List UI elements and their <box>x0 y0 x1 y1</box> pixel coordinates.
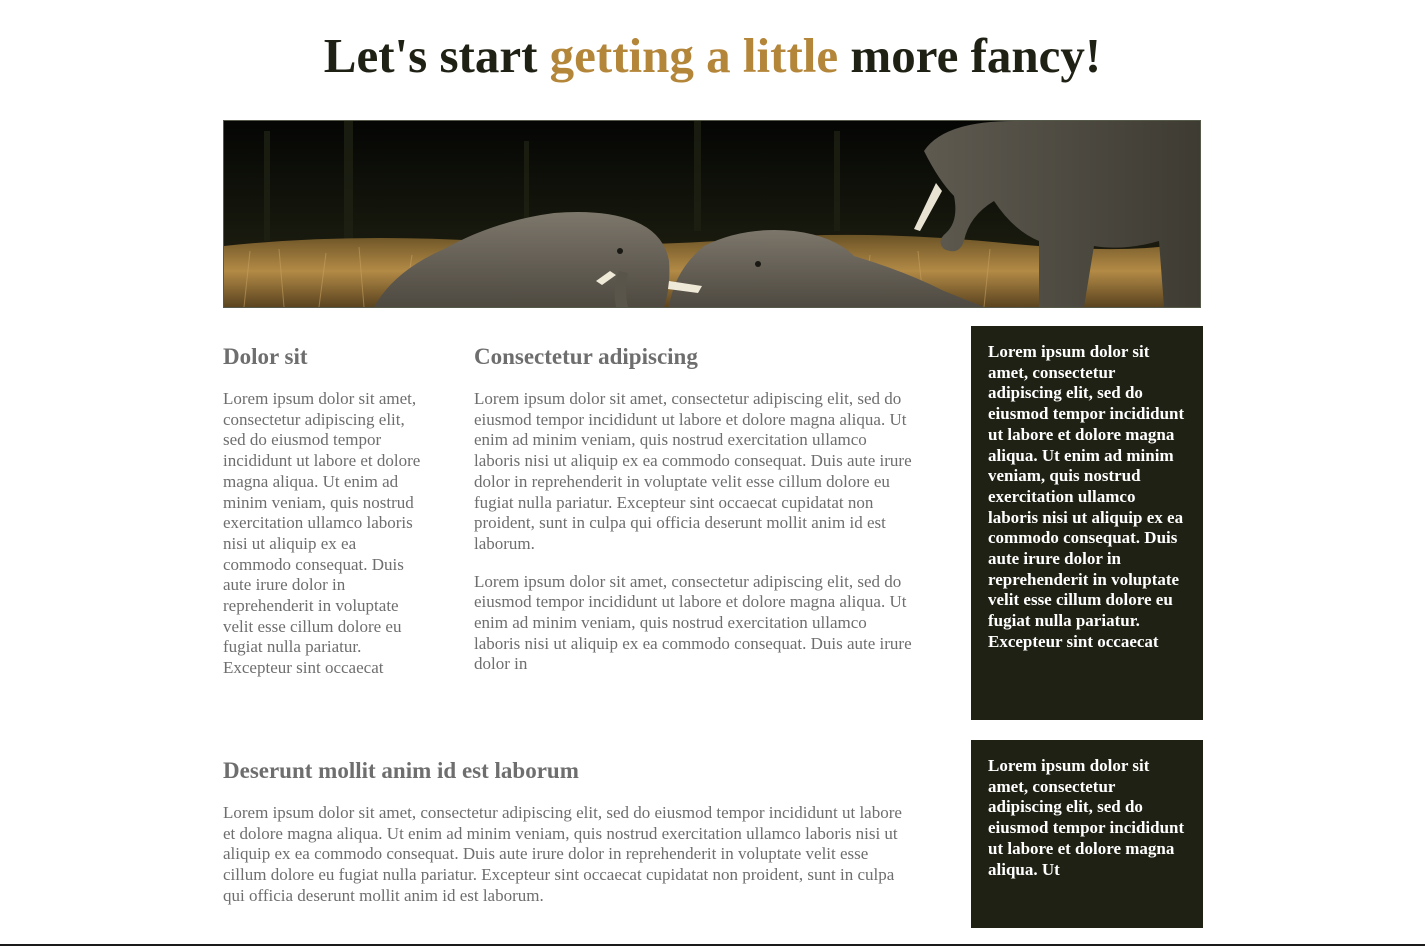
title-accent: getting a little <box>549 28 839 83</box>
title-part-2: more fancy! <box>838 28 1102 83</box>
middle-column-paragraph-2: Lorem ipsum dolor sit amet, consectetur … <box>474 571 912 674</box>
page-title: Let's start getting a little more fancy! <box>0 26 1425 86</box>
left-column: Dolor sit Lorem ipsum dolor sit amet, co… <box>223 344 428 679</box>
hero-elephant-image <box>223 120 1201 308</box>
sidebar-box-2: Lorem ipsum dolor sit amet, consectetur … <box>971 740 1203 928</box>
bottom-section: Deserunt mollit anim id est laborum Lore… <box>223 758 913 907</box>
left-column-heading: Dolor sit <box>223 344 308 369</box>
left-column-text: Lorem ipsum dolor sit amet, consectetur … <box>223 389 421 678</box>
bottom-section-heading: Deserunt mollit anim id est laborum <box>223 758 579 783</box>
sidebar-box-1-text: Lorem ipsum dolor sit amet, consectetur … <box>988 342 1185 651</box>
sidebar-box-2-text: Lorem ipsum dolor sit amet, consectetur … <box>988 756 1185 879</box>
middle-column-paragraph-1: Lorem ipsum dolor sit amet, consectetur … <box>474 389 912 553</box>
bottom-section-text: Lorem ipsum dolor sit amet, consectetur … <box>223 803 902 905</box>
middle-column: Consectetur adipiscing Lorem ipsum dolor… <box>474 344 914 675</box>
bottom-divider <box>0 944 1425 946</box>
elephant-photo-illustration <box>224 121 1200 307</box>
sidebar-box-1: Lorem ipsum dolor sit amet, consectetur … <box>971 326 1203 720</box>
title-part-1: Let's start <box>323 28 550 83</box>
middle-column-heading: Consectetur adipiscing <box>474 344 698 369</box>
